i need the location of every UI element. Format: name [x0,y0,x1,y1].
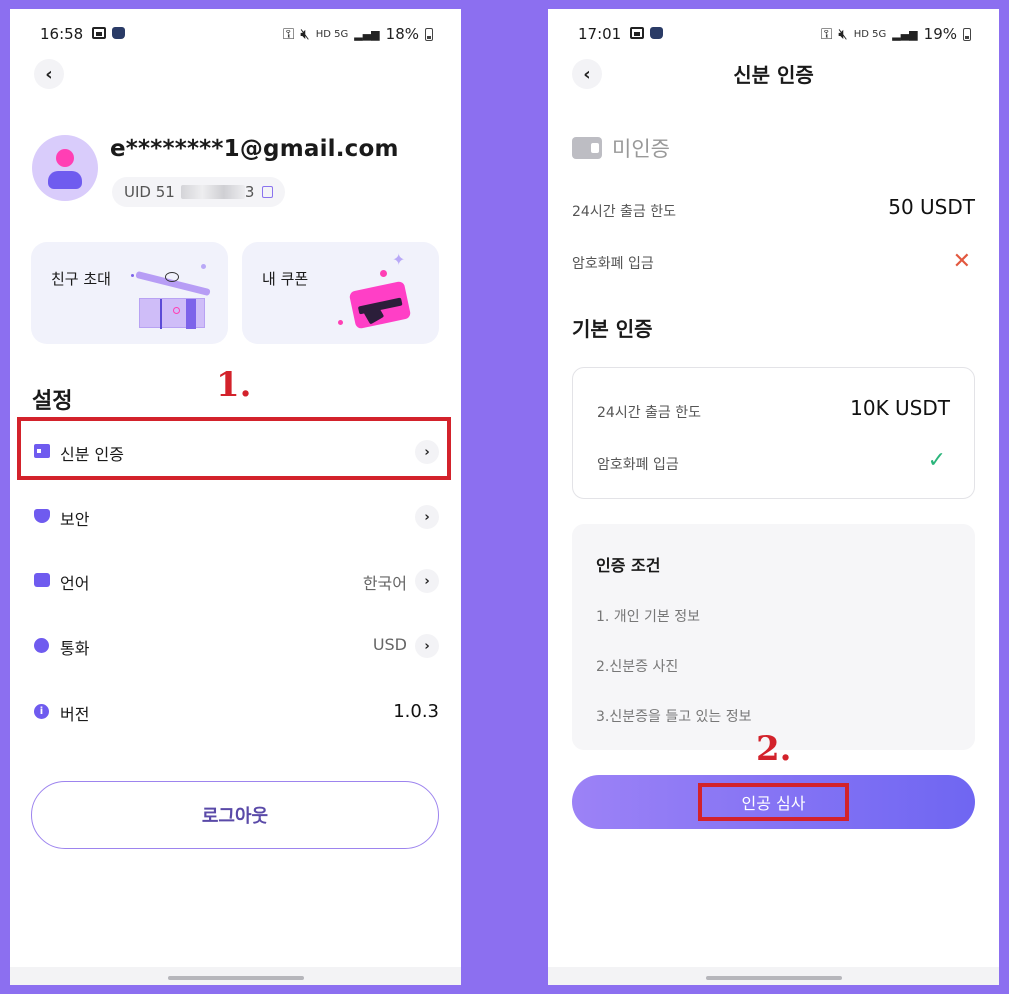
menu-security[interactable]: 보안 › [10,492,461,542]
shield-icon [34,509,50,523]
annotation-step-1: 1. [216,365,252,405]
home-indicator[interactable] [705,976,842,980]
key-icon: ⚿ [282,25,295,43]
signal-icon: ▂▄▆ [354,27,380,41]
status-time: 16:58 [40,25,84,43]
gallery-icon [92,27,106,39]
app-notification-icon [112,27,125,39]
basic-verification-card: 24시간 출금 한도 10K USDT 암호화폐 입금 ✓ [572,367,975,499]
check-icon: ✓ [927,448,946,473]
uid-badge[interactable]: UID 51 3 [112,177,286,207]
menu-currency[interactable]: 통화 USD › [10,621,461,671]
highlight-box [698,783,849,821]
mute-icon: 🔇︎ [838,25,848,43]
highlight-box [17,417,451,480]
copy-icon[interactable] [262,186,274,198]
network-indicator: HD 5G [315,28,349,40]
currency-icon [34,638,49,653]
identity-verification-screen: 17:01 ⚿ 🔇︎ HD 5G ▂▄▆ 19% ‹ 신분 인증 미인증 24시… [548,9,999,985]
back-button[interactable]: ‹ [34,59,64,89]
status-time: 17:01 [578,25,622,43]
condition-item: 1. 개인 기본 정보 [596,609,700,625]
condition-item: 2.신분증 사진 [596,659,679,675]
settings-screen: 16:58 ⚿ 🔇︎ HD 5G ▂▄▆ 18% ‹ e********1@gm… [10,9,461,985]
menu-version: i 버전 1.0.3 [10,687,461,737]
language-icon [34,573,50,587]
logout-button[interactable]: 로그아웃 [31,781,439,849]
unverified-deposit-row: 암호화폐 입금 ✕ [572,249,971,274]
chevron-right-icon: › [415,634,439,658]
app-notification-icon [650,27,663,39]
close-icon: ✕ [952,249,971,274]
settings-title: 설정 [32,389,73,414]
back-icon: ‹ [45,63,53,85]
battery-percent: 19% [923,25,957,43]
avatar [32,135,98,201]
card-title: 내 쿠폰 [262,270,309,288]
mute-icon: 🔇︎ [300,25,310,43]
coupon-icon [348,280,412,330]
unverified-withdraw-row: 24시간 출금 한도 50 USDT [572,195,975,220]
id-card-icon [572,137,602,159]
annotation-step-2: 2. [756,729,792,769]
invite-friends-card[interactable]: 친구 초대 [31,242,228,344]
uid-prefix: UID 51 [124,183,175,201]
battery-percent: 18% [385,25,419,43]
status-bar: 17:01 ⚿ 🔇︎ HD 5G ▂▄▆ 19% [548,25,999,47]
my-coupons-card[interactable]: 내 쿠폰 ✦ [242,242,439,344]
battery-icon [425,27,433,41]
key-icon: ⚿ [820,25,833,43]
info-icon: i [34,704,49,719]
chevron-right-icon: › [415,569,439,593]
verification-conditions-card: 인증 조건 1. 개인 기본 정보 2.신분증 사진 3.신분증을 들고 있는 … [572,524,975,750]
condition-item: 3.신분증을 들고 있는 정보 [596,709,752,725]
signal-icon: ▂▄▆ [892,27,918,41]
basic-verification-title: 기본 인증 [572,317,653,341]
battery-icon [963,27,971,41]
page-title: 신분 인증 [733,63,814,87]
card-title: 친구 초대 [51,270,111,288]
home-indicator[interactable] [167,976,304,980]
user-email: e********1@gmail.com [110,136,399,162]
uid-blurred [180,185,245,199]
chevron-right-icon: › [415,505,439,529]
status-bar: 16:58 ⚿ 🔇︎ HD 5G ▂▄▆ 18% [10,25,461,47]
menu-language[interactable]: 언어 한국어 › [10,556,461,606]
network-indicator: HD 5G [853,28,887,40]
gallery-icon [630,27,644,39]
unverified-status: 미인증 [572,133,670,163]
uid-suffix: 3 [244,183,255,201]
gift-box-icon [139,298,205,329]
